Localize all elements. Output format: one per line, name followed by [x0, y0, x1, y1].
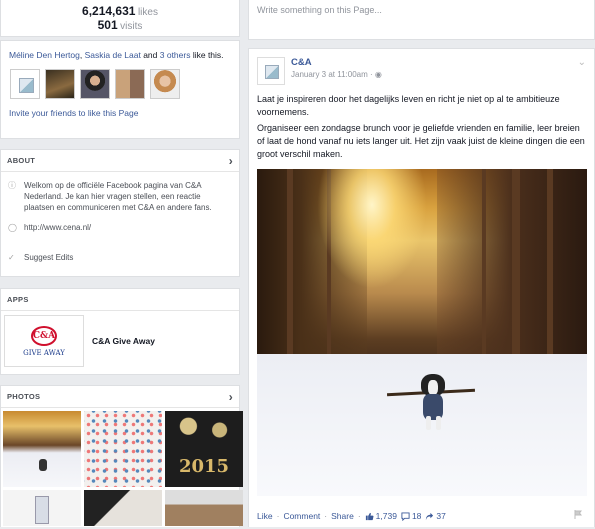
chevron-right-icon: ›	[228, 154, 233, 168]
avatar[interactable]	[10, 69, 40, 99]
avatar[interactable]	[150, 69, 180, 99]
about-description: ⓘ Welkom op de officiële Facebook pagina…	[8, 181, 212, 212]
about-suggest: ✓ Suggest Edits	[1, 252, 239, 263]
chevron-right-icon: ›	[228, 390, 233, 404]
comment-link[interactable]: Comment	[283, 511, 320, 521]
post-body: Laat je inspireren door het dagelijks le…	[257, 93, 586, 161]
give-away-text: GIVE AWAY	[23, 348, 65, 357]
visits-count: 501	[97, 18, 118, 32]
check-icon: ✓	[8, 253, 15, 262]
visits-stat: 501 visits	[1, 18, 239, 32]
photo-thumb[interactable]	[3, 411, 81, 487]
post-actions: Like · Comment · Share · 1,739 18 37	[257, 511, 446, 521]
composer[interactable]: Write something on this Page...	[248, 0, 595, 40]
likes-count[interactable]: 1,739	[365, 511, 397, 521]
likes-stat: 6,214,631 likes	[1, 4, 239, 18]
friends-like-text: Méline Den Hertog, Saskia de Laat and 3 …	[9, 50, 224, 60]
page-stats: 6,214,631 likes 501 visits	[0, 0, 240, 37]
globe-icon: ◯	[8, 223, 17, 232]
flag-icon[interactable]	[574, 510, 582, 519]
comments-count[interactable]: 18	[401, 511, 421, 521]
shares-count[interactable]: 37	[425, 511, 446, 521]
friend-link-2[interactable]: Saskia de Laat	[85, 50, 141, 60]
comment-icon	[401, 511, 410, 521]
likes-count: 6,214,631	[82, 4, 136, 18]
post-page-name[interactable]: C&A	[291, 57, 382, 68]
photos-header[interactable]: PHOTOS ›	[1, 386, 239, 408]
post-header: C&A January 3 at 11:00am · ◉ ⌄	[257, 57, 586, 85]
avatar[interactable]	[115, 69, 145, 99]
avatar[interactable]	[45, 69, 75, 99]
apps-header: APPS	[1, 289, 239, 311]
photo-grid: 2015	[1, 408, 243, 529]
thumbs-up-icon	[365, 512, 374, 520]
photo-2015-text: 2015	[178, 456, 230, 477]
page-avatar[interactable]	[257, 57, 285, 85]
sunlight	[317, 169, 427, 289]
post-options-icon[interactable]: ⌄	[578, 57, 586, 68]
post-paragraph: Laat je inspireren door het dagelijks le…	[257, 94, 560, 117]
friends-like-box: Méline Den Hertog, Saskia de Laat and 3 …	[0, 40, 240, 139]
dog-figure	[417, 374, 449, 432]
post-paragraph: Organiseer een zondagse brunch voor je g…	[257, 123, 585, 159]
likes-label: likes	[137, 7, 158, 18]
photo-thumb[interactable]	[3, 490, 81, 526]
photo-thumb[interactable]	[165, 490, 243, 526]
post-photo[interactable]	[257, 169, 587, 496]
photo-thumb[interactable]: 2015	[165, 411, 243, 487]
like-link[interactable]: Like	[257, 511, 273, 521]
suggest-edits-link[interactable]: Suggest Edits	[24, 252, 73, 263]
ca-logo-icon: C&A	[31, 325, 57, 346]
avatar[interactable]	[80, 69, 110, 99]
photo-thumb[interactable]	[84, 490, 162, 526]
photos-section: PHOTOS › 2015	[0, 385, 243, 529]
app-name[interactable]: C&A Give Away	[92, 336, 155, 346]
app-item[interactable]: C&A GIVE AWAY C&A Give Away	[1, 311, 239, 371]
post-timestamp[interactable]: January 3 at 11:00am · ◉	[291, 70, 382, 79]
composer-input[interactable]: Write something on this Page...	[257, 5, 382, 15]
dog-figure	[39, 459, 47, 471]
ca-give-away-logo: C&A GIVE AWAY	[4, 315, 84, 367]
share-link[interactable]: Share	[331, 511, 354, 521]
share-icon	[426, 512, 434, 520]
about-section: ABOUT › ⓘ Welkom op de officiële Faceboo…	[0, 149, 240, 277]
friend-link-1[interactable]: Méline Den Hertog	[9, 50, 80, 60]
about-website: ◯ http://www.cena.nl/	[1, 222, 239, 233]
invite-friends-link[interactable]: Invite your friends to like this Page	[9, 108, 231, 118]
website-link[interactable]: http://www.cena.nl/	[24, 222, 91, 233]
apps-section: APPS C&A GIVE AWAY C&A Give Away	[0, 288, 240, 375]
photo-thumb[interactable]	[84, 411, 162, 487]
others-link[interactable]: 3 others	[160, 50, 191, 60]
post-card: C&A January 3 at 11:00am · ◉ ⌄ Laat je i…	[248, 48, 595, 527]
globe-icon: ◉	[374, 70, 382, 79]
friend-avatars	[10, 69, 231, 99]
about-header[interactable]: ABOUT ›	[1, 150, 239, 172]
info-icon: ⓘ	[8, 181, 16, 190]
visits-label: visits	[120, 21, 143, 32]
